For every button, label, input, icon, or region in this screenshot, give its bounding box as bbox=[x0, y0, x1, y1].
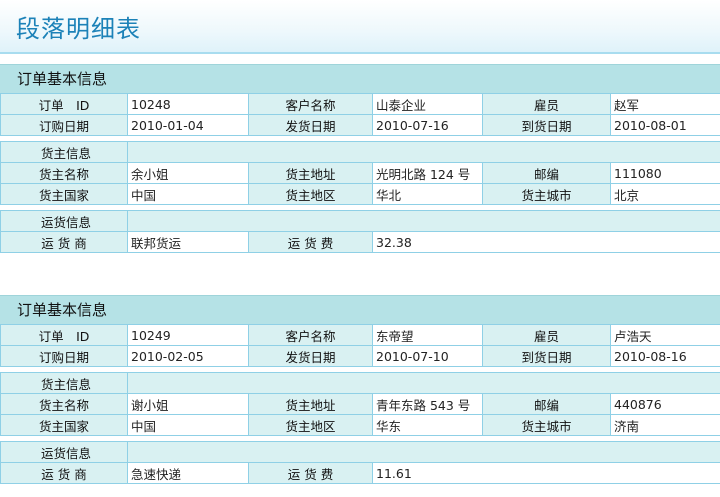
shipper-country-label: 货主国家 bbox=[0, 414, 128, 436]
table-row: 货主国家 中国 货主地区 华东 货主城市 济南 bbox=[0, 414, 720, 436]
order-id-label: 订单 ID bbox=[0, 324, 128, 346]
ship-date-value: 2010-07-10 bbox=[372, 345, 483, 367]
shipper-group-label: 货主信息 bbox=[0, 372, 128, 394]
order-id-value: 10249 bbox=[127, 324, 249, 346]
order-date-label: 订购日期 bbox=[0, 114, 128, 136]
table-row: 运 货 商 急速快递 运 货 费 11.61 bbox=[0, 462, 720, 484]
customer-name-value: 山泰企业 bbox=[372, 93, 483, 115]
shipper-group-label: 货主信息 bbox=[0, 141, 128, 163]
order-date-value: 2010-02-05 bbox=[127, 345, 249, 367]
shipper-city-value: 济南 bbox=[609, 414, 720, 436]
freight-value: 32.38 bbox=[371, 231, 720, 253]
shipper-city-label: 货主城市 bbox=[482, 183, 611, 205]
shipping-table: 运货信息 运 货 商 急速快递 运 货 费 11.61 bbox=[0, 441, 720, 484]
shipper-name-label: 货主名称 bbox=[0, 162, 128, 184]
employee-value: 卢浩天 bbox=[610, 324, 720, 346]
group-filler bbox=[126, 141, 720, 163]
shipper-name-value: 余小姐 bbox=[127, 162, 249, 184]
table-row: 订单 ID 10249 客户名称 东帝望 雇员 卢浩天 bbox=[0, 324, 720, 346]
shipper-country-value: 中国 bbox=[127, 183, 249, 205]
shipper-name-value: 谢小姐 bbox=[127, 393, 249, 415]
table-row: 订单 ID 10248 客户名称 山泰企业 雇员 赵军 bbox=[0, 93, 720, 115]
shipping-table: 运货信息 运 货 商 联邦货运 运 货 费 32.38 bbox=[0, 210, 720, 253]
order-date-label: 订购日期 bbox=[0, 345, 128, 367]
page-title: 段落明细表 bbox=[16, 15, 141, 43]
group-filler bbox=[126, 210, 720, 232]
arrival-date-label: 到货日期 bbox=[482, 114, 611, 136]
shipper-address-value: 青年东路 543 号 bbox=[372, 393, 483, 415]
shipper-region-label: 货主地区 bbox=[248, 414, 373, 436]
postcode-value: 111080 bbox=[609, 162, 720, 184]
shipping-group-label: 运货信息 bbox=[0, 441, 128, 463]
order-date-value: 2010-01-04 bbox=[127, 114, 249, 136]
customer-name-label: 客户名称 bbox=[248, 324, 373, 346]
table-row: 货主名称 余小姐 货主地址 光明北路 124 号 邮编 111080 bbox=[0, 162, 720, 184]
table-row: 运货信息 bbox=[0, 210, 720, 232]
employee-value: 赵军 bbox=[610, 93, 720, 115]
freight-label: 运 货 费 bbox=[248, 231, 373, 253]
shipper-region-value: 华东 bbox=[372, 414, 483, 436]
postcode-label: 邮编 bbox=[482, 393, 611, 415]
customer-name-value: 东帝望 bbox=[372, 324, 483, 346]
group-filler bbox=[126, 441, 720, 463]
shipper-name-label: 货主名称 bbox=[0, 393, 128, 415]
carrier-value: 急速快递 bbox=[127, 462, 249, 484]
order-id-value: 10248 bbox=[127, 93, 249, 115]
order-card: 订单基本信息 订单 ID 10248 客户名称 山泰企业 雇员 赵军 订购日期 … bbox=[0, 64, 720, 253]
shipper-city-value: 北京 bbox=[609, 183, 720, 205]
freight-value: 11.61 bbox=[371, 462, 720, 484]
employee-label: 雇员 bbox=[482, 93, 611, 115]
shipping-group-label: 运货信息 bbox=[0, 210, 128, 232]
shipper-address-value: 光明北路 124 号 bbox=[372, 162, 483, 184]
postcode-label: 邮编 bbox=[482, 162, 611, 184]
postcode-value: 440876 bbox=[609, 393, 720, 415]
arrival-date-value: 2010-08-16 bbox=[610, 345, 720, 367]
shipper-city-label: 货主城市 bbox=[482, 414, 611, 436]
customer-name-label: 客户名称 bbox=[248, 93, 373, 115]
table-row: 货主名称 谢小姐 货主地址 青年东路 543 号 邮编 440876 bbox=[0, 393, 720, 415]
shipper-table: 货主信息 货主名称 谢小姐 货主地址 青年东路 543 号 邮编 440876 … bbox=[0, 372, 720, 436]
table-row: 货主信息 bbox=[0, 141, 720, 163]
table-row: 货主信息 bbox=[0, 372, 720, 394]
table-row: 订购日期 2010-02-05 发货日期 2010-07-10 到货日期 201… bbox=[0, 345, 720, 367]
order-card: 订单基本信息 订单 ID 10249 客户名称 东帝望 雇员 卢浩天 订购日期 … bbox=[0, 295, 720, 484]
arrival-date-label: 到货日期 bbox=[482, 345, 611, 367]
shipper-region-label: 货主地区 bbox=[248, 183, 373, 205]
shipper-country-value: 中国 bbox=[127, 414, 249, 436]
group-filler bbox=[126, 372, 720, 394]
section-title: 订单基本信息 bbox=[0, 295, 720, 324]
carrier-label: 运 货 商 bbox=[0, 231, 128, 253]
shipper-region-value: 华北 bbox=[372, 183, 483, 205]
carrier-label: 运 货 商 bbox=[0, 462, 128, 484]
carrier-value: 联邦货运 bbox=[127, 231, 249, 253]
shipper-table: 货主信息 货主名称 余小姐 货主地址 光明北路 124 号 邮编 111080 … bbox=[0, 141, 720, 205]
table-row: 货主国家 中国 货主地区 华北 货主城市 北京 bbox=[0, 183, 720, 205]
table-row: 运货信息 bbox=[0, 441, 720, 463]
ship-date-value: 2010-07-16 bbox=[372, 114, 483, 136]
employee-label: 雇员 bbox=[482, 324, 611, 346]
order-basic-table: 订单 ID 10249 客户名称 东帝望 雇员 卢浩天 订购日期 2010-02… bbox=[0, 324, 720, 367]
shipper-country-label: 货主国家 bbox=[0, 183, 128, 205]
table-row: 订购日期 2010-01-04 发货日期 2010-07-16 到货日期 201… bbox=[0, 114, 720, 136]
order-basic-table: 订单 ID 10248 客户名称 山泰企业 雇员 赵军 订购日期 2010-01… bbox=[0, 93, 720, 136]
shipper-address-label: 货主地址 bbox=[248, 393, 373, 415]
ship-date-label: 发货日期 bbox=[248, 345, 373, 367]
freight-label: 运 货 费 bbox=[248, 462, 373, 484]
shipper-address-label: 货主地址 bbox=[248, 162, 373, 184]
order-id-label: 订单 ID bbox=[0, 93, 128, 115]
section-title: 订单基本信息 bbox=[0, 64, 720, 93]
ship-date-label: 发货日期 bbox=[248, 114, 373, 136]
arrival-date-value: 2010-08-01 bbox=[610, 114, 720, 136]
table-row: 运 货 商 联邦货运 运 货 费 32.38 bbox=[0, 231, 720, 253]
page-header: 段落明细表 bbox=[0, 0, 720, 54]
